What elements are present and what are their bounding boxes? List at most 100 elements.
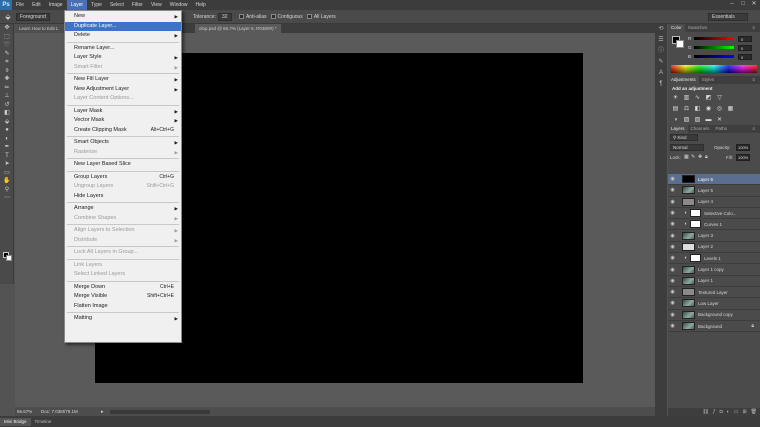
channel-slider[interactable] (694, 55, 734, 58)
timeline-tab[interactable]: Timeline (31, 418, 56, 426)
layer-name[interactable]: Levels 1 (704, 256, 721, 261)
tab-adjustments[interactable]: Adjustments (668, 76, 699, 84)
menu-help[interactable]: Help (192, 0, 210, 10)
info-panel-icon[interactable]: ⓘ (655, 46, 667, 57)
menu-item-smart-objects[interactable]: Smart Objects ▶ (65, 138, 181, 148)
menu-item-layer-mask[interactable]: Layer Mask ▶ (65, 107, 181, 117)
layer-row[interactable]: ◉ Layer 4 (668, 197, 760, 208)
layer-thumbnail[interactable] (682, 299, 695, 308)
menu-item-flatten-image[interactable]: Flatten Image (65, 302, 181, 312)
visibility-eye-icon[interactable]: ◉ (668, 221, 677, 227)
layer-row[interactable]: ◉ Layer 6 (668, 174, 760, 186)
menu-item-new[interactable]: New ▶ (65, 12, 181, 22)
layer-mask-thumbnail[interactable] (690, 220, 701, 229)
exposure-icon[interactable]: ◩ (705, 95, 712, 102)
fill-input[interactable]: 100% (736, 154, 750, 161)
tab-layers[interactable]: Layers (668, 125, 688, 133)
brush-tool-icon[interactable]: ✏ (0, 84, 14, 93)
menu-item-arrange[interactable]: Arrange ▶ (65, 204, 181, 214)
document-tab-2[interactable]: olop.psd @ 66.7% (Layer 6, RGB/8#) * (195, 24, 281, 33)
panel-menu-icon[interactable]: ≡ (749, 76, 758, 84)
visibility-eye-icon[interactable]: ◉ (668, 233, 677, 239)
minimize-icon[interactable]: – (728, 1, 736, 8)
tab-paths[interactable]: Paths (713, 125, 731, 133)
zoom-level[interactable]: 66.67% (15, 409, 41, 414)
layer-name[interactable]: Curves 1 (704, 222, 722, 227)
horizontal-scrollbar[interactable] (109, 409, 210, 414)
color-balance-icon[interactable]: ⚖ (683, 106, 690, 113)
visibility-eye-icon[interactable]: ◉ (668, 244, 677, 250)
vibrance-icon[interactable]: ▽ (716, 95, 723, 102)
levels-icon[interactable]: ▥ (683, 95, 690, 102)
menu-item-duplicate-layer[interactable]: Duplicate Layer... (65, 21, 181, 31)
lasso-tool-icon[interactable]: ➰ (0, 41, 14, 50)
character-panel-icon[interactable]: A (655, 68, 667, 79)
menu-item-new-fill-layer[interactable]: New Fill Layer ▶ (65, 75, 181, 85)
paint-bucket-icon[interactable]: ⬙ (0, 13, 16, 21)
visibility-eye-icon[interactable]: ◉ (668, 199, 677, 205)
layer-name[interactable]: Layer 3 (698, 233, 713, 238)
fill-source-select[interactable]: Foreground (16, 12, 50, 21)
layer-row[interactable]: ◉ Layer 2 (668, 242, 760, 254)
tab-swatches[interactable]: Swatches (685, 24, 711, 32)
layer-filter-select[interactable]: ⚲ Kind (670, 134, 698, 141)
visibility-eye-icon[interactable]: ◉ (668, 255, 677, 261)
visibility-eye-icon[interactable]: ◉ (668, 312, 677, 318)
status-arrow-icon[interactable]: ▸ (101, 409, 104, 415)
blur-tool-icon[interactable]: ● (0, 126, 14, 135)
menu-item-delete[interactable]: Delete ▶ (65, 31, 181, 41)
posterize-icon[interactable]: ▨ (683, 117, 690, 124)
visibility-eye-icon[interactable]: ◉ (668, 267, 677, 273)
menu-select[interactable]: Select (106, 0, 128, 10)
visibility-eye-icon[interactable]: ◉ (668, 176, 677, 182)
layer-row[interactable]: ◉ Low Layer (668, 298, 760, 310)
layer-thumbnail[interactable] (682, 197, 695, 206)
visibility-eye-icon[interactable]: ◉ (668, 278, 677, 284)
brush-panel-icon[interactable]: ✎ (655, 57, 667, 68)
lock-brush-icon[interactable]: ✎ (691, 154, 695, 160)
tab-color[interactable]: Color (668, 24, 685, 32)
eyedropper-tool-icon[interactable]: ⌽ (0, 67, 14, 76)
layer-mask-thumbnail[interactable] (690, 209, 701, 218)
history-brush-icon[interactable]: ↺ (0, 101, 14, 110)
layer-name[interactable]: Background (698, 324, 722, 329)
layer-name[interactable]: Layer 4 (698, 199, 713, 204)
contiguous-checkbox[interactable] (270, 14, 276, 19)
quick-select-tool-icon[interactable]: ✎ (0, 50, 14, 59)
shape-tool-icon[interactable]: ▭ (0, 169, 14, 178)
paint-bucket-tool-icon[interactable]: ⬙ (0, 118, 14, 127)
layer-row[interactable]: ◉ Textured Layer (668, 287, 760, 299)
invert-icon[interactable]: ◑ (672, 117, 679, 124)
anti-alias-checkbox[interactable] (238, 14, 244, 19)
menu-item-merge-down[interactable]: Merge Down Ctrl+E (65, 283, 181, 293)
threshold-icon[interactable]: ▧ (694, 117, 701, 124)
menu-view[interactable]: View (147, 0, 166, 10)
gradient-map-icon[interactable]: ▬ (705, 117, 712, 124)
menu-item-layer-style[interactable]: Layer Style ▶ (65, 53, 181, 63)
panel-menu-icon[interactable]: ≡ (749, 24, 758, 32)
menu-item-hide-layers[interactable]: Hide Layers (65, 192, 181, 202)
mini-bridge-tab[interactable]: Mini Bridge (0, 417, 31, 426)
brightness-contrast-icon[interactable]: ☀ (672, 95, 679, 102)
menu-layer[interactable]: Layer (66, 0, 88, 10)
layer-thumbnail[interactable] (682, 310, 695, 319)
layer-name[interactable]: Selective Colo... (704, 211, 737, 216)
fx-icon[interactable]: ƒ (713, 408, 716, 416)
clone-stamp-icon[interactable]: ⊥ (0, 92, 14, 101)
link-layers-icon[interactable]: ⛓ (703, 408, 709, 416)
dodge-tool-icon[interactable]: ◐ (0, 135, 14, 144)
eraser-tool-icon[interactable]: ◧ (0, 109, 14, 118)
visibility-eye-icon[interactable]: ◉ (668, 323, 677, 329)
menu-item-group-layers[interactable]: Group Layers Ctrl+G (65, 173, 181, 183)
layer-name[interactable]: Low Layer (698, 301, 719, 306)
add-mask-icon[interactable]: ◘ (720, 408, 723, 416)
menu-item-new-layer-based-slice[interactable]: New Layer Based Slice (65, 160, 181, 170)
new-layer-icon[interactable]: ⊞ (742, 408, 746, 416)
layer-name[interactable]: Layer 2 (698, 244, 713, 249)
path-select-icon[interactable]: ➤ (0, 160, 14, 169)
menu-edit[interactable]: Edit (28, 0, 45, 10)
trash-icon[interactable]: 🗑︎ (751, 408, 757, 416)
layer-name[interactable]: Textured Layer (698, 290, 728, 295)
tolerance-input[interactable]: 32 (217, 12, 232, 21)
layer-thumbnail[interactable] (682, 288, 695, 297)
